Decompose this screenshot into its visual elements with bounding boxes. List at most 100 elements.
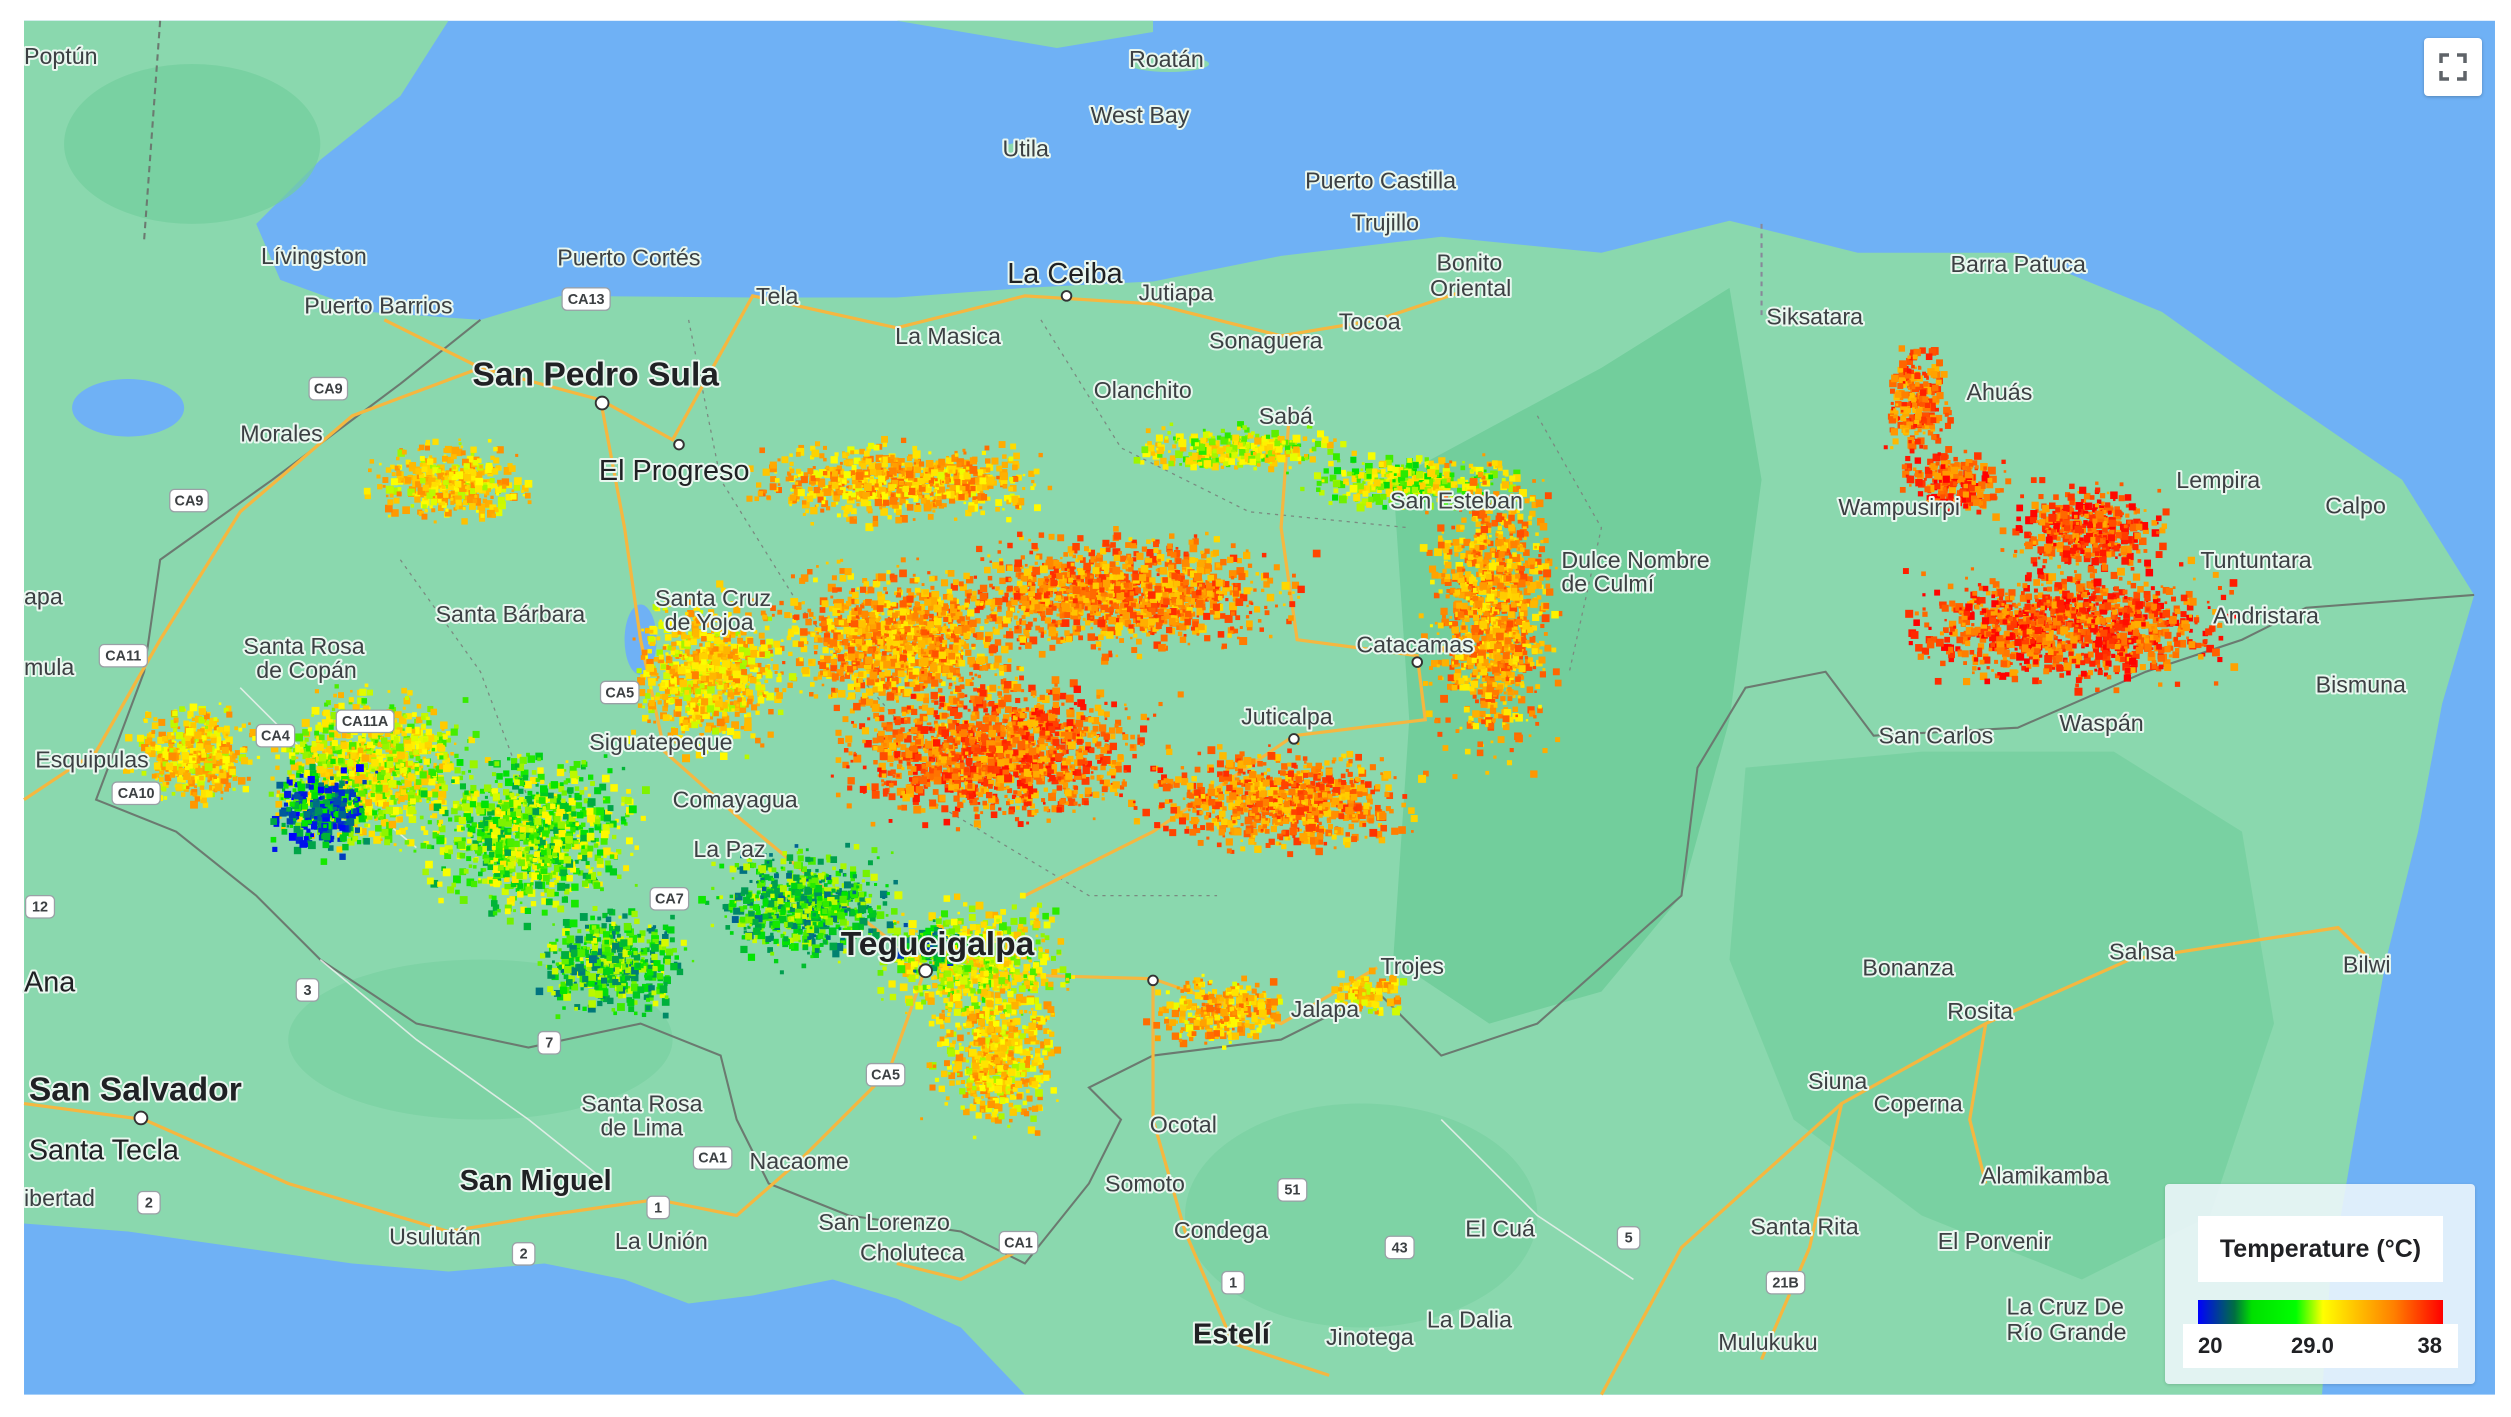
heat-cell [1273,564,1280,571]
heat-cell [866,506,872,512]
heat-cell [902,596,907,601]
heat-cell [647,719,651,724]
heat-cell [1074,550,1078,554]
heat-cell [759,447,765,454]
heat-cell [950,633,956,639]
heat-cell [1065,636,1073,643]
heat-cell [825,561,829,565]
heat-cell [826,667,829,671]
heat-cell [1147,444,1155,452]
heat-cell [1247,563,1253,568]
heat-cell [1415,455,1423,462]
heat-cell [387,514,391,518]
heat-cell [1025,624,1032,630]
heat-cell [822,647,829,654]
heat-cell [1287,591,1292,596]
heat-cell [1002,454,1007,459]
heat-cell [858,671,864,677]
heat-cell [1224,457,1229,462]
heat-cell [943,623,947,626]
heat-cell [888,484,896,491]
heat-cell [896,564,900,568]
heat-cell [913,651,917,655]
heat-cell [369,459,375,464]
heat-cell [831,490,834,493]
heat-cell [1189,544,1198,553]
heat-cell [727,641,731,645]
heat-cell [899,600,907,608]
heat-cell [860,463,867,469]
heat-cell [798,641,804,648]
heat-cell [1087,579,1094,585]
heat-cell [460,445,464,449]
heat-cell [815,471,822,478]
heat-cell [831,502,836,507]
heat-cell [463,473,472,482]
heat-cell [1130,602,1136,608]
heat-cell [790,488,794,492]
heat-cell [1185,552,1189,556]
heat-cell [1039,587,1044,592]
heat-cell [914,466,921,474]
heat-cell [1125,542,1131,548]
heat-cell [1147,613,1152,618]
heat-cell [1099,587,1105,593]
heat-cell [999,670,1005,676]
heat-cell [1055,595,1062,601]
heat-cell [964,602,970,608]
temperature-map[interactable]: CA13CA9CA9CA11CA4CA10CA11ACA5CA7CA5CA137… [0,0,2511,1417]
heat-cell [956,656,959,660]
heat-cell [767,731,774,738]
heat-cell [972,496,976,500]
heat-cell [524,492,531,499]
heat-cell [1073,618,1081,626]
heat-cell [971,643,975,647]
heat-cell [902,485,909,493]
heat-cell [418,444,425,451]
heat-cell [980,510,986,516]
heat-cell [1267,577,1274,584]
heat-cell [643,699,648,704]
heat-cell [640,655,646,660]
heat-cell [1043,593,1049,599]
heat-cell [1018,646,1022,650]
heat-cell [912,518,916,521]
heat-cell [1146,632,1151,637]
heat-cell [1033,617,1037,622]
heat-cell [813,645,819,650]
heat-cell [1147,584,1153,589]
heat-cell [1071,609,1078,616]
heat-cell [396,470,402,476]
heat-cell [368,468,372,473]
heat-cell [1328,460,1334,467]
heat-cell [1104,569,1109,574]
heat-cell [760,743,765,748]
heat-cell [1016,580,1023,587]
heat-cell [1300,486,1305,492]
heat-cell [1007,565,1013,571]
heat-cell [1105,547,1111,553]
heat-cell [954,453,959,457]
heat-cell [1236,636,1240,640]
heat-cell [816,565,819,568]
heat-cell [940,579,949,587]
heat-cell [838,620,844,626]
heat-cell [1284,445,1291,451]
heat-cell [1470,469,1474,473]
heat-cell [801,601,805,605]
heat-cell [1275,604,1278,608]
heat-cell [1007,658,1012,663]
heat-cell [865,458,872,465]
heat-cell [958,490,963,495]
heat-cell [1296,443,1300,447]
heat-cell [1292,591,1295,594]
heat-cell [914,601,921,608]
heat-cell [813,676,818,681]
heat-cell [1021,615,1026,620]
heat-cell [469,503,476,510]
heat-cell [1230,611,1235,616]
heat-cell [842,493,849,500]
heat-cell [984,445,990,451]
heat-cell [962,448,966,452]
heat-cell [1161,426,1166,431]
